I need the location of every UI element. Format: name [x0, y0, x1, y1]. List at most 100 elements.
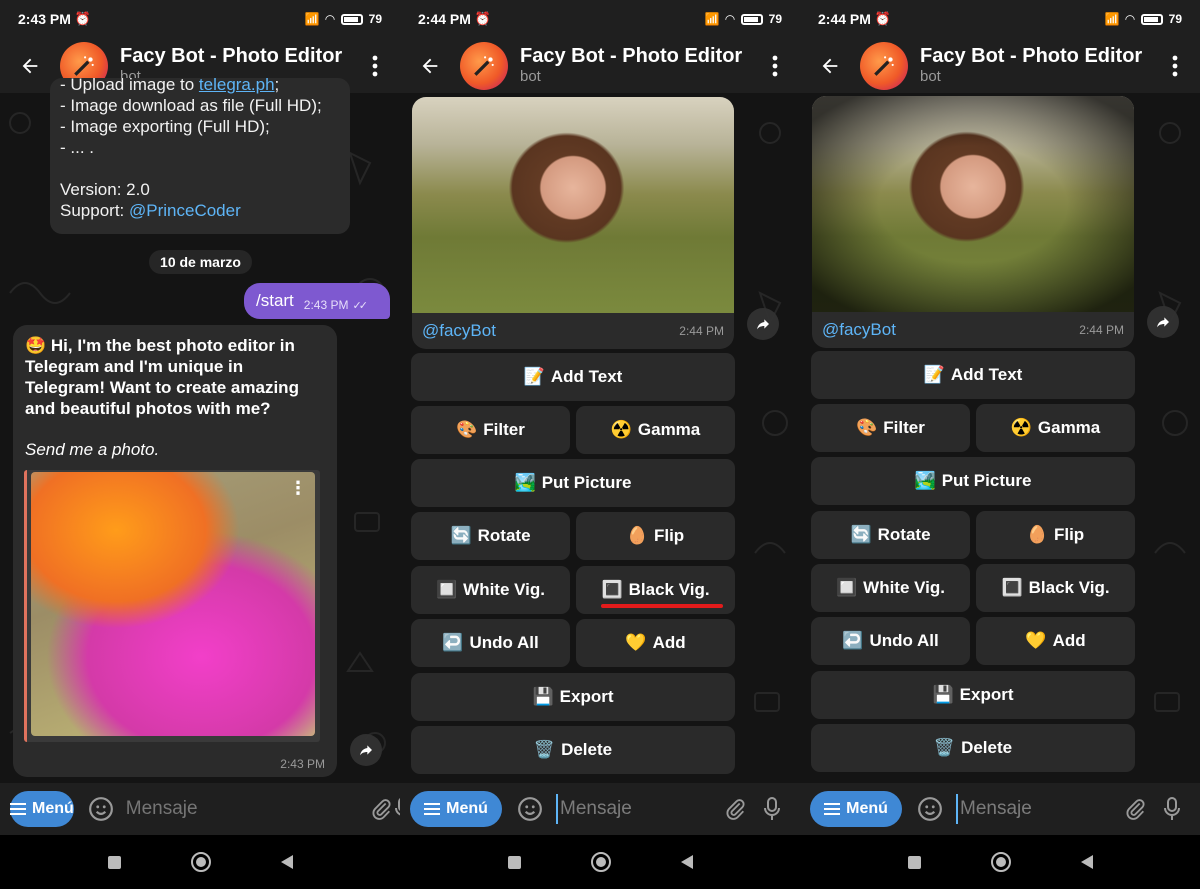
delete-button[interactable]: 🗑️ Delete [411, 726, 735, 774]
edited-photo-vignette[interactable] [812, 96, 1134, 312]
undo-icon: ↩️ [842, 631, 864, 650]
emoji-button[interactable] [916, 795, 944, 823]
bot-menu-button[interactable]: Menú [10, 791, 74, 827]
memo-icon: 📝 [523, 367, 545, 386]
share-button[interactable] [747, 308, 779, 340]
system-nav-bar [800, 835, 1200, 889]
screen-1: 2:43 PM ⏰ 📶 ◠ 79 Facy Bot - Photo Editor… [0, 0, 400, 889]
add-text-button[interactable]: 📝 Add Text [811, 351, 1135, 399]
recents-icon[interactable] [907, 855, 921, 869]
nav-back-icon[interactable] [1080, 855, 1093, 869]
rotate-icon: 🔄 [450, 526, 472, 545]
message-input[interactable]: Mensaje [556, 794, 718, 824]
attach-button[interactable] [1118, 791, 1154, 827]
bot-menu-button[interactable]: Menú [410, 791, 502, 827]
mic-button[interactable] [1154, 791, 1190, 827]
button-label: Filter [883, 418, 925, 437]
home-icon[interactable] [990, 852, 1011, 872]
rotate-button[interactable]: 🔄 Rotate [811, 511, 970, 559]
floppy-disk-icon: 💾 [532, 687, 554, 706]
back-arrow-icon [422, 58, 438, 73]
gamma-button[interactable]: ☢️ Gamma [976, 404, 1135, 452]
gamma-button[interactable]: ☢️ Gamma [576, 406, 735, 454]
message-input-bar: Menú Mensaje [400, 783, 800, 835]
share-icon [1157, 317, 1169, 328]
share-button[interactable] [350, 734, 382, 766]
button-label: Put Picture [541, 473, 632, 492]
share-button[interactable] [1147, 306, 1179, 338]
menu-label: Menú [846, 800, 888, 817]
wifi-icon: ◠ [725, 12, 735, 26]
edited-photo[interactable] [412, 97, 734, 313]
avatar[interactable] [460, 41, 508, 90]
chat-info[interactable]: Facy Bot - Photo Editor bot [920, 45, 1150, 85]
put-picture-button[interactable]: 🏞️ Put Picture [411, 459, 735, 507]
message-time: 2:44 PM [1079, 323, 1124, 337]
undo-icon: ↩️ [442, 633, 464, 652]
nav-back-icon[interactable] [680, 855, 693, 869]
more-button[interactable] [1150, 38, 1200, 93]
chat-subtitle: bot [520, 68, 541, 86]
export-button[interactable]: 💾 Export [411, 673, 735, 721]
bot-username-link[interactable]: @facyBot [822, 320, 896, 340]
rotate-button[interactable]: 🔄 Rotate [411, 512, 570, 560]
info-line: - ... . [60, 138, 94, 157]
black-vig-button[interactable]: 🔳 Black Vig. [976, 564, 1135, 612]
rotate-icon: 🔄 [850, 525, 872, 544]
message-input[interactable]: Mensaje [956, 794, 1118, 824]
bot-message-text: Hi, I'm the best photo editor in Telegra… [25, 336, 299, 418]
avatar[interactable] [860, 41, 908, 90]
support-link[interactable]: @PrinceCoder [129, 201, 241, 220]
delete-button[interactable]: 🗑️ Delete [811, 724, 1135, 772]
filter-button[interactable]: 🎨 Filter [811, 404, 970, 452]
back-button[interactable] [400, 38, 460, 93]
mic-icon [764, 797, 780, 820]
emoji-button[interactable] [516, 795, 544, 823]
share-icon [757, 319, 769, 330]
add-text-button[interactable]: 📝 Add Text [411, 353, 735, 401]
white-vig-button[interactable]: 🔲 White Vig. [811, 564, 970, 612]
attach-button[interactable] [718, 791, 754, 827]
flip-button[interactable]: 🥚 Flip [976, 511, 1135, 559]
bot-username-link[interactable]: @facyBot [422, 321, 496, 341]
mic-button[interactable] [754, 791, 790, 827]
yellow-heart-icon: 💛 [1025, 631, 1047, 650]
nav-back-icon[interactable] [280, 855, 293, 869]
chat-info[interactable]: Facy Bot - Photo Editor bot [520, 45, 750, 85]
home-icon[interactable] [590, 852, 611, 872]
export-button[interactable]: 💾 Export [811, 671, 1135, 719]
outgoing-time: 2:43 PM [303, 298, 349, 312]
screen-3: 2:44 PM ⏰ 📶 ◠ 79 Facy Bot - Photo Editor… [800, 0, 1200, 889]
filter-button[interactable]: 🎨 Filter [411, 406, 570, 454]
memo-icon: 📝 [923, 365, 945, 384]
back-button[interactable] [800, 38, 860, 93]
attach-button[interactable] [371, 791, 393, 827]
flip-button[interactable]: 🥚 Flip [576, 512, 735, 560]
emoji-icon [918, 797, 942, 821]
recents-icon[interactable] [507, 855, 521, 869]
recents-icon[interactable] [107, 855, 121, 869]
home-icon[interactable] [190, 852, 211, 872]
picture-icon: 🏞️ [914, 471, 936, 490]
put-picture-button[interactable]: 🏞️ Put Picture [811, 457, 1135, 505]
more-button[interactable] [750, 38, 800, 93]
message-input[interactable] [125, 794, 371, 824]
more-vert-icon[interactable]: ⋮ [289, 478, 307, 499]
add-button[interactable]: 💛 Add [576, 619, 735, 667]
undo-all-button[interactable]: ↩️ Undo All [411, 619, 570, 667]
preview-image[interactable]: ⋮ [31, 472, 315, 736]
bot-menu-button[interactable]: Menú [810, 791, 902, 827]
emoji-button[interactable] [88, 795, 114, 823]
add-button[interactable]: 💛 Add [976, 617, 1135, 665]
mic-button[interactable] [393, 791, 400, 827]
media-preview[interactable]: ⋮ [24, 470, 320, 742]
status-bar: 2:43 PM ⏰ 📶 ◠ 79 [0, 0, 400, 38]
white-vig-button[interactable]: 🔲 White Vig. [411, 566, 570, 614]
telegraph-link[interactable]: telegra.ph [199, 78, 275, 94]
bot-instruction: Send me a photo. [25, 440, 160, 459]
status-bar: 2:44 PM ⏰ 📶 ◠ 79 [400, 0, 800, 38]
magic-wand-icon [74, 55, 94, 76]
undo-all-button[interactable]: ↩️ Undo All [811, 617, 970, 665]
outgoing-text: /start [256, 291, 294, 310]
more-button[interactable] [350, 38, 400, 93]
